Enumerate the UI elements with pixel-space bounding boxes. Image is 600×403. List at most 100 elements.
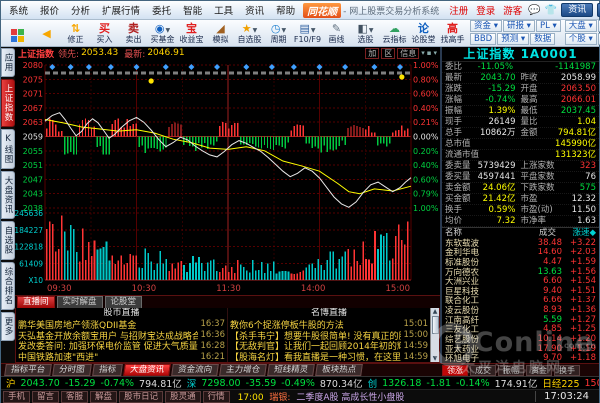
table-row[interactable]: 巨星科技9.40+1.51 [442,286,599,296]
sell-button[interactable]: 卖卖出 [119,20,148,46]
status-link-手机[interactable]: 手机 [3,391,30,403]
menu-item-智能[interactable]: 智能 [177,3,208,17]
info-marker-icon[interactable] [163,64,169,70]
ranking-tab-换手[interactable]: 换手 [554,365,580,376]
col-price[interactable]: 成交 [519,228,556,238]
highlighted-marker-icon[interactable] [149,78,154,83]
status-link-股市日记[interactable]: 股市日记 [119,391,163,403]
account-link-登录[interactable]: 登录 [476,3,495,17]
view-tab-短线精灵[interactable]: 短线精灵 [267,364,315,376]
table-row[interactable]: 综艺股份10.14+1.20 [442,334,599,344]
table-row[interactable]: 东软载波38.48+3.22 [442,238,599,248]
menu-item-资讯[interactable]: 资讯 [239,3,270,17]
news-item[interactable]: 【无敌判官】让我们一起回顾2014年初的辉煌战...14:59 [228,341,430,352]
status-link-解盘[interactable]: 解盘 [90,391,117,403]
view-tab-板块热点[interactable]: 板块热点 [315,364,363,376]
toolbar-button-研报[interactable]: 研报 ▾ [503,20,535,32]
status-link-股灵通[interactable]: 股灵通 [165,391,201,403]
news-item[interactable]: 【股海名灯】看我直播是一种习惯，在这里，...14:59 [228,351,430,362]
ranking-tab-成交[interactable]: 成交 [470,365,496,376]
view-tab-大盘资讯[interactable]: 大盘资讯 [123,364,171,376]
table-row[interactable]: 万向德农13.63+1.56 [442,267,599,277]
info-marker-icon[interactable] [371,64,377,70]
menu-item-帮助[interactable]: 帮助 [270,3,301,17]
col-name[interactable]: 名称 [445,228,519,238]
info-marker-icon[interactable] [243,64,249,70]
news-item[interactable]: 鹏华美国房地产领涨QDII基金16:37 [16,319,227,330]
news-scrollbar[interactable]: ▲ ▼ [430,308,439,362]
toolbar-button-个股[interactable]: 个股 ▾ [565,33,597,45]
table-row[interactable]: 联合化工6.66+1.37 [442,296,599,306]
titlebar-button-资讯[interactable]: 资讯 [561,3,593,17]
ranking-header[interactable]: 名称成交涨速◆ [442,227,599,238]
sidebar-item-K线图[interactable]: K线图 [1,129,15,169]
menu-item-系统[interactable]: 系统 [3,3,34,17]
menu-item-扩展行情[interactable]: 扩展行情 [96,3,146,17]
status-link-客服[interactable]: 客服 [61,391,88,403]
account-link-游客[interactable]: 游客 [503,3,522,17]
app-grid-button[interactable] [3,20,32,46]
scrollbar-thumb[interactable] [432,316,439,334]
toolbar-button-预测[interactable]: 预测 ▾ [497,33,529,45]
info-marker-icon[interactable] [342,64,348,70]
sidebar-item-综合排名[interactable]: 综合排名 [1,262,15,310]
col-change-sorted[interactable]: 涨速◆ [556,228,596,238]
f10-button[interactable]: ▤▼F10/F9 [293,20,322,46]
ranking-tab-领涨[interactable]: 领涨 [442,365,468,376]
buy-button[interactable]: 买买入 [90,20,119,46]
menu-item-报价[interactable]: 报价 [34,3,65,17]
news-tab-论股堂[interactable]: 论股堂 [105,296,143,308]
shouyibao-button[interactable]: 宝收益宝 [177,20,206,46]
ranking-tab-资金[interactable]: 资金 [526,365,552,376]
simulate-button[interactable]: ◢模拟 [206,20,235,46]
table-row[interactable]: 金利华电14.60+2.03 [442,248,599,258]
chart-control-icon[interactable]: ▪ [427,49,432,57]
table-row[interactable]: 三友化工4.85+1.25 [442,324,599,334]
drawline-button[interactable]: ✎画线 [322,20,351,46]
view-tab-指标[interactable]: 指标 [92,364,123,376]
sidebar-item-大盘资讯[interactable]: 大盘资讯 [1,171,15,219]
ranking-tab-振幅[interactable]: 振幅 [498,365,524,376]
info-marker-icon[interactable] [291,64,297,70]
expert-button[interactable]: 高找高手 [438,20,467,46]
table-row[interactable]: 亚太药业17.90+1.19 [442,344,599,354]
toolbar-button-资金[interactable]: 资金 ▾ [470,20,502,32]
info-marker-icon[interactable] [68,64,74,70]
scroll-up-icon[interactable]: ▲ [433,308,438,315]
user-icon[interactable]: 👕 [545,5,557,16]
toolbar-button-大盘[interactable]: 大盘 ▾ [565,20,597,32]
menu-item-工具[interactable]: 工具 [208,3,239,17]
table-row[interactable]: 标准股份4.47+1.59 [442,257,599,267]
view-tab-资金流向[interactable]: 资金流向 [171,364,219,376]
toolbar-button-BBD[interactable]: BBD [470,33,496,45]
news-item[interactable]: 中国铁路加速"西进"16:21 [16,351,227,362]
forum-button[interactable]: 论论股堂 [409,20,438,46]
sidebar-item-更多[interactable]: 更多 [1,312,15,341]
intraday-chart[interactable]: 20801.00%20750.80%20710.60%20670.40%2063… [15,59,440,284]
highlighted-marker-icon[interactable] [399,74,404,79]
toolbar-button-PL[interactable]: PL ▾ [536,20,561,32]
account-link-注册[interactable]: 注册 [449,3,468,17]
sidebar-item-应用[interactable]: 应用 [1,48,15,77]
cloud-indicator-button[interactable]: ☁云指标 [380,20,409,46]
view-tab-分时图[interactable]: 分时图 [52,364,91,376]
stock-picker-button[interactable]: ◧▼选股 [351,20,380,46]
toolbar-button-数据[interactable]: 数据 [530,33,555,45]
view-tab-指标平台[interactable]: 指标平台 [4,364,52,376]
table-row[interactable]: 环旭电子9.70+1.18 [442,353,599,363]
period-button[interactable]: ◷▼周期 [264,20,293,46]
sidebar-item-自选股[interactable]: 自选股 [1,221,15,260]
news-ticker[interactable]: 17:00 瑞银: 二季度A股 高成长性小盘股 [232,390,535,403]
status-link-行情[interactable]: 行情 [203,391,230,403]
table-row[interactable]: 凌云股份8.93+1.36 [442,305,599,315]
menu-item-委托[interactable]: 委托 [146,3,177,17]
correct-button[interactable]: ⇅修正 [61,20,90,46]
chart-control-icon[interactable]: ▾ [433,49,437,57]
back-button[interactable]: ◀ [32,20,61,46]
chart-control-加[interactable]: 加 [365,48,379,59]
table-row[interactable]: 江南高纤5.59+1.27 [442,315,599,325]
sidebar-item-上证指数[interactable]: 上证指数 [1,79,15,127]
menu-item-分析[interactable]: 分析 [65,3,96,17]
news-tab-实时解盘[interactable]: 实时解盘 [57,296,103,308]
table-row[interactable]: 大洲兴业6.60+1.54 [442,276,599,286]
